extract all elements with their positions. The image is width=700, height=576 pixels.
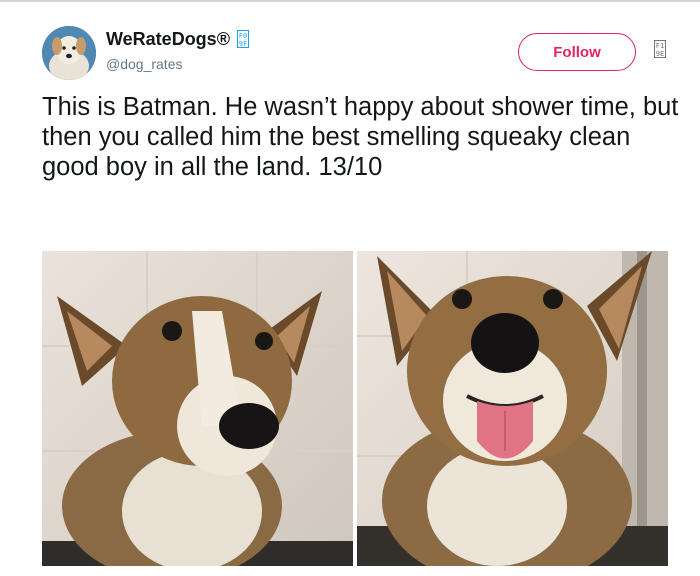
caret-down-icon[interactable]: F1 9E: [654, 40, 666, 58]
dog-photo-image: [42, 251, 353, 566]
tweet-photo-2[interactable]: [357, 251, 668, 566]
avatar-image: [42, 26, 96, 80]
top-border: [0, 0, 700, 2]
user-handle[interactable]: @dog_rates: [106, 56, 182, 72]
verified-icon: F0 9F: [236, 30, 249, 48]
avatar[interactable]: [42, 26, 96, 80]
display-name[interactable]: WeRateDogs®: [106, 29, 230, 50]
user-name-row: WeRateDogs® F0 9F: [106, 28, 249, 50]
follow-button[interactable]: Follow: [518, 33, 636, 71]
dog-photo-image: [357, 251, 668, 566]
tweet-text: This is Batman. He wasn’t happy about sh…: [42, 93, 679, 181]
tweet-photo-1[interactable]: [42, 251, 353, 566]
